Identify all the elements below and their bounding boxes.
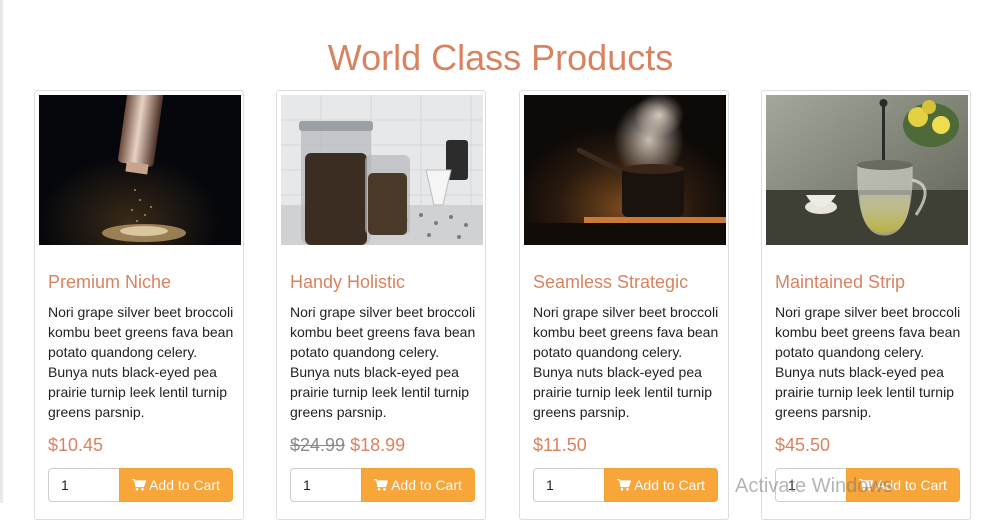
add-to-cart-label: Add to Cart bbox=[149, 477, 220, 493]
add-to-cart-label: Add to Cart bbox=[634, 477, 705, 493]
shopping-cart-icon bbox=[374, 479, 389, 491]
product-description: Nori grape silver beet broccoli kombu be… bbox=[533, 304, 719, 420]
product-price-value: $18.99 bbox=[350, 435, 406, 455]
product-description: Nori grape silver beet broccoli kombu be… bbox=[290, 304, 476, 420]
product-card: Premium Niche Nori grape silver beet bro… bbox=[34, 90, 244, 520]
add-to-cart-label: Add to Cart bbox=[391, 477, 462, 493]
product-price-value: $45.50 bbox=[775, 435, 831, 455]
product-price: $10.45 bbox=[48, 434, 103, 456]
product-image[interactable] bbox=[39, 95, 241, 245]
quantity-input[interactable] bbox=[290, 468, 362, 502]
product-name[interactable]: Seamless Strategic bbox=[533, 271, 688, 293]
product-price: $11.50 bbox=[533, 434, 587, 456]
product-card: Maintained Strip Nori grape silver beet … bbox=[761, 90, 971, 520]
product-card: Seamless Strategic Nori grape silver bee… bbox=[519, 90, 729, 520]
add-to-cart-button[interactable]: Add to Cart bbox=[604, 468, 718, 502]
product-description: Nori grape silver beet broccoli kombu be… bbox=[775, 304, 961, 420]
shopping-cart-icon bbox=[859, 479, 874, 491]
product-price-value: $11.50 bbox=[533, 435, 587, 455]
pepper-grinder-photo bbox=[39, 95, 241, 245]
product-name[interactable]: Maintained Strip bbox=[775, 271, 905, 293]
product-image[interactable] bbox=[281, 95, 483, 245]
product-old-price: $24.99 bbox=[290, 435, 346, 455]
product-image[interactable] bbox=[766, 95, 968, 245]
product-price: $24.99 $18.99 bbox=[290, 434, 405, 456]
quantity-input[interactable] bbox=[775, 468, 847, 502]
page-title: World Class Products bbox=[327, 37, 674, 78]
product-price-value: $10.45 bbox=[48, 435, 104, 455]
coffee-jars-photo bbox=[281, 95, 483, 245]
quantity-input[interactable] bbox=[533, 468, 605, 502]
product-description: Nori grape silver beet broccoli kombu be… bbox=[48, 304, 234, 420]
product-name[interactable]: Premium Niche bbox=[48, 271, 171, 293]
shopping-cart-icon bbox=[617, 479, 632, 491]
shopping-cart-icon bbox=[132, 479, 147, 491]
tea-press-photo bbox=[766, 95, 968, 245]
product-price: $45.50 bbox=[775, 434, 830, 456]
product-name[interactable]: Handy Holistic bbox=[290, 271, 405, 293]
product-image[interactable] bbox=[524, 95, 726, 245]
product-card: Handy Holistic Nori grape silver beet br… bbox=[276, 90, 486, 520]
add-to-cart-button[interactable]: Add to Cart bbox=[119, 468, 233, 502]
quantity-input[interactable] bbox=[48, 468, 120, 502]
add-to-cart-button[interactable]: Add to Cart bbox=[846, 468, 960, 502]
add-to-cart-button[interactable]: Add to Cart bbox=[361, 468, 475, 502]
steaming-pot-photo bbox=[524, 95, 726, 245]
add-to-cart-label: Add to Cart bbox=[876, 477, 947, 493]
